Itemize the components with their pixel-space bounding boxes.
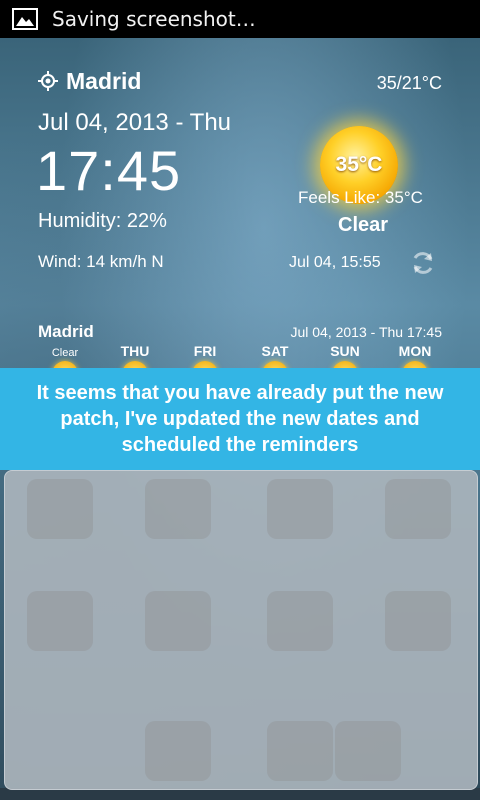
forecast-day: MON xyxy=(380,343,450,387)
forecast-day: SUN xyxy=(310,343,380,387)
blurred-app-drawer[interactable] xyxy=(4,470,478,790)
forecast-city: Madrid xyxy=(38,322,94,341)
condition-text: Clear xyxy=(338,214,389,236)
current-date: Jul 04, 2013 - Thu xyxy=(38,109,232,136)
forecast-day-label: SAT xyxy=(261,343,289,359)
humidity-text: Humidity: 22% xyxy=(38,210,167,232)
forecast-day: Clear xyxy=(30,343,100,387)
blurred-app-icon xyxy=(385,591,451,651)
status-notification-text: Saving screenshot… xyxy=(52,7,256,31)
forecast-day: SAT xyxy=(240,343,310,387)
blurred-app-icon xyxy=(385,479,451,539)
blurred-app-icon xyxy=(267,479,333,539)
blurred-app-icon xyxy=(267,591,333,651)
weather-widget[interactable]: Madrid 35/21°C Jul 04, 2013 - Thu 17:45 … xyxy=(0,38,480,387)
forecast-day-label: Clear xyxy=(51,347,79,359)
blurred-app-icon xyxy=(267,721,333,781)
forecast-day-label: FRI xyxy=(193,343,217,359)
city-name: Madrid xyxy=(66,68,142,94)
toast-message: It seems that you have already put the n… xyxy=(0,368,480,470)
forecast-day: THU xyxy=(100,343,170,387)
clock-time[interactable]: 17:45 xyxy=(36,138,181,203)
status-bar: Saving screenshot… xyxy=(0,0,480,38)
blurred-app-icon xyxy=(27,591,93,651)
current-temp: 35°C xyxy=(335,153,383,176)
blurred-app-icon xyxy=(145,591,211,651)
last-updated-text: Jul 04, 15:55 xyxy=(289,254,381,271)
blurred-app-icon xyxy=(145,479,211,539)
location-icon xyxy=(38,71,58,91)
feels-like-text: Feels Like: 35°C xyxy=(298,188,423,207)
refresh-icon[interactable] xyxy=(410,250,436,276)
toast-text: It seems that you have already put the n… xyxy=(36,382,444,456)
forecast-day-label: THU xyxy=(120,343,150,359)
forecast-days: Clear THU FRI SAT SUN MON xyxy=(30,343,450,387)
forecast-datetime: Jul 04, 2013 - Thu 17:45 xyxy=(290,324,442,340)
blurred-app-icon xyxy=(145,721,211,781)
blurred-app-icon xyxy=(335,721,401,781)
forecast-day-label: SUN xyxy=(330,343,360,359)
forecast-day: FRI xyxy=(170,343,240,387)
image-icon xyxy=(12,8,38,30)
forecast-day-label: MON xyxy=(398,343,432,359)
wind-text: Wind: 14 km/h N xyxy=(38,252,164,271)
blurred-app-icon xyxy=(27,479,93,539)
temp-range: 35/21°C xyxy=(376,73,442,93)
